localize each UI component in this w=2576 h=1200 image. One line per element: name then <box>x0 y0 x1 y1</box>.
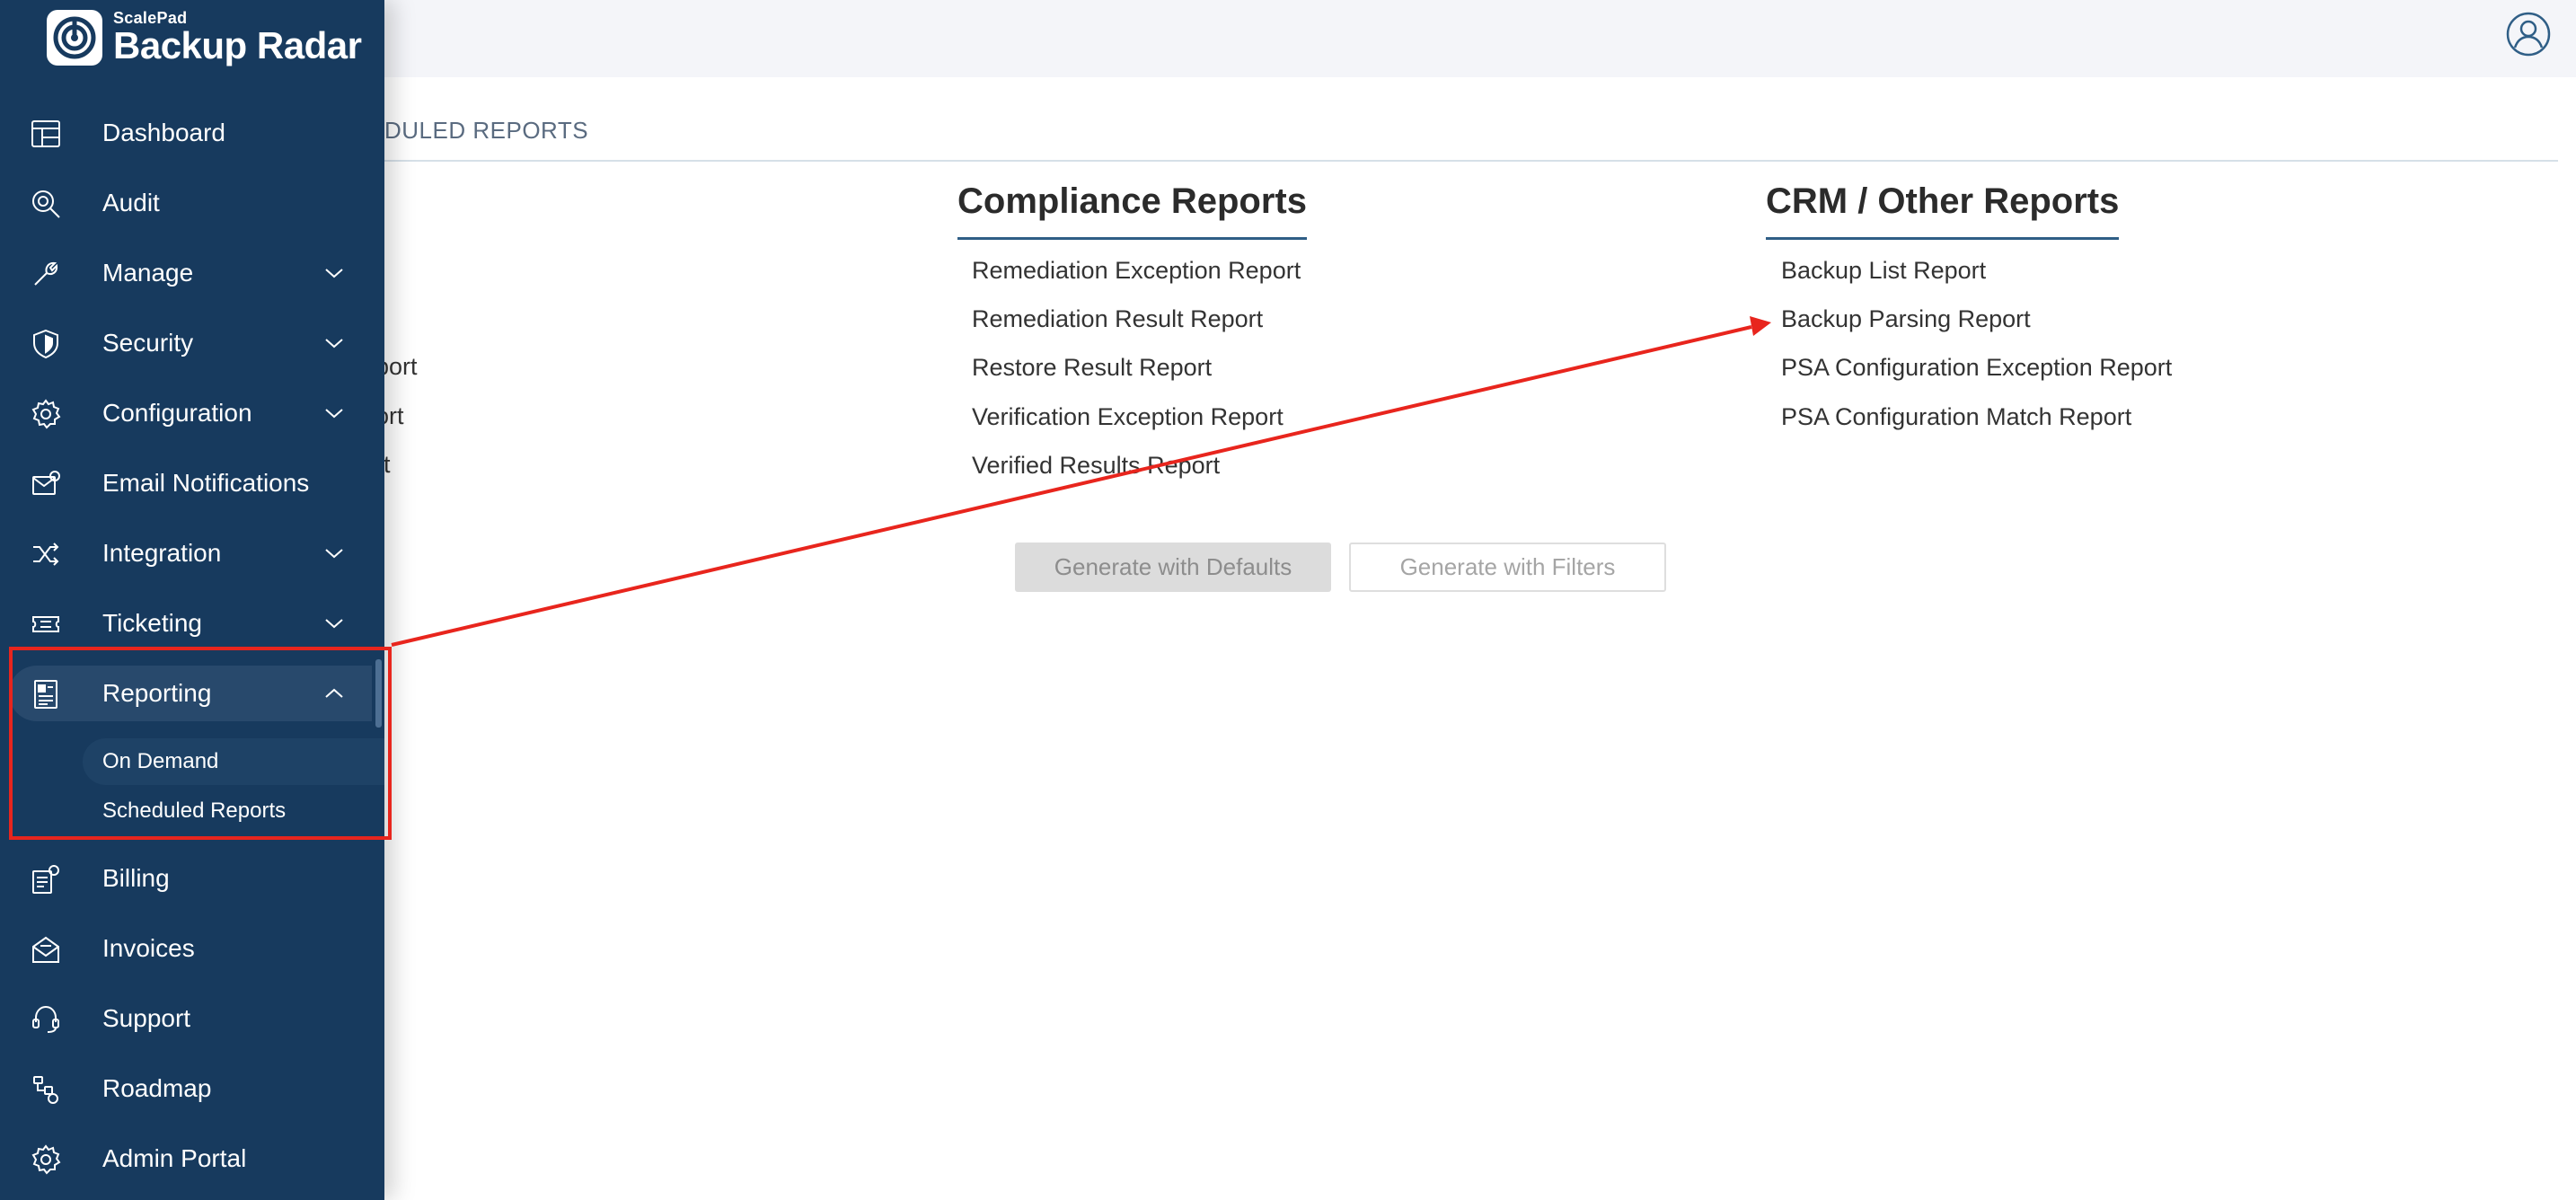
sidebar-item-support[interactable]: Support <box>0 991 384 1046</box>
chevron-down-icon <box>325 549 343 559</box>
dashboard-icon <box>31 120 60 147</box>
user-circle-icon[interactable] <box>2505 11 2552 57</box>
sidebar-item-integration[interactable]: Integration <box>0 525 384 581</box>
sidebar-item-label: Ticketing <box>102 609 203 637</box>
radar-logo-icon <box>47 10 102 66</box>
sidebar-item-billing[interactable]: Billing <box>0 851 384 906</box>
chevron-down-icon <box>325 409 343 419</box>
report-link[interactable]: Backup Parsing Report <box>1781 304 2031 334</box>
gear-icon <box>31 399 61 429</box>
active-indicator <box>375 659 382 728</box>
report-link[interactable]: Verified Results Report <box>972 450 1220 481</box>
top-bar <box>0 0 2576 77</box>
sidebar-item-audit[interactable]: Audit <box>0 175 384 231</box>
crm-other-reports-title: CRM / Other Reports <box>1766 178 2120 240</box>
wrench-icon <box>34 261 58 286</box>
chevron-down-icon <box>325 269 343 278</box>
sidebar-item-label: Admin Portal <box>102 1144 247 1172</box>
sidebar-item-label: Reporting <box>102 679 212 707</box>
shuffle-icon <box>33 543 59 566</box>
report-tabs: DULED REPORTS <box>384 111 588 160</box>
report-icon <box>34 680 57 709</box>
sidebar-item-label: Billing <box>102 864 170 892</box>
report-link[interactable]: Remediation Exception Report <box>972 255 1301 286</box>
sidebar: ScalePad Backup Radar Dashboard Audit Ma… <box>0 0 384 1200</box>
sidebar-item-roadmap[interactable]: Roadmap <box>0 1061 384 1116</box>
sidebar-item-label: Configuration <box>102 399 252 427</box>
report-link[interactable]: Remediation Result Report <box>972 304 1263 334</box>
sidebar-item-dashboard[interactable]: Dashboard <box>0 105 384 161</box>
headset-icon <box>32 1005 59 1033</box>
report-link[interactable]: Verification Exception Report <box>972 401 1284 432</box>
sidebar-item-label: Invoices <box>102 934 195 962</box>
ticket-icon <box>32 616 59 632</box>
report-link[interactable]: PSA Configuration Match Report <box>1781 401 2131 432</box>
sidebar-item-security[interactable]: Security <box>0 315 384 371</box>
sidebar-item-manage[interactable]: Manage <box>0 245 384 301</box>
sidebar-item-configuration[interactable]: Configuration <box>0 385 384 441</box>
sidebar-item-label: Integration <box>102 539 222 567</box>
sidebar-item-label: Roadmap <box>102 1074 212 1102</box>
chevron-down-icon <box>325 619 343 629</box>
sidebar-subitem-on-demand[interactable]: On Demand <box>83 738 384 785</box>
generate-with-filters-button[interactable]: Generate with Filters <box>1349 543 1666 592</box>
sidebar-item-label: Manage <box>102 259 194 287</box>
sidebar-item-label: Support <box>102 1004 191 1032</box>
admin-gear-icon <box>31 1144 61 1175</box>
generate-with-defaults-button[interactable]: Generate with Defaults <box>1015 543 1331 592</box>
chevron-down-icon <box>325 339 343 349</box>
shield-icon <box>33 329 58 359</box>
sidebar-item-label: Audit <box>102 189 160 216</box>
audit-icon <box>32 190 60 218</box>
email-icon <box>32 471 60 495</box>
sidebar-item-label: Email Notifications <box>102 469 310 497</box>
roadmap-icon <box>33 1076 58 1104</box>
report-link[interactable]: PSA Configuration Exception Report <box>1781 352 2172 383</box>
sidebar-item-email-notifications[interactable]: Email Notifications <box>0 455 384 511</box>
scheduled-reports-tab[interactable]: DULED REPORTS <box>384 111 588 149</box>
brand-name: Backup Radar <box>113 24 362 66</box>
sidebar-item-label: Security <box>102 329 194 357</box>
billing-icon <box>32 865 59 894</box>
sidebar-subitem-scheduled-reports[interactable]: Scheduled Reports <box>83 788 384 834</box>
sidebar-item-invoices[interactable]: Invoices <box>0 921 384 976</box>
sidebar-item-ticketing[interactable]: Ticketing <box>0 596 384 651</box>
brand-logo[interactable]: ScalePad Backup Radar <box>47 7 362 68</box>
chevron-up-icon <box>325 688 343 698</box>
report-link[interactable]: Restore Result Report <box>972 352 1212 383</box>
compliance-reports-title: Compliance Reports <box>957 178 1307 240</box>
sidebar-item-reporting[interactable]: Reporting <box>9 666 372 721</box>
sidebar-item-admin-portal[interactable]: Admin Portal <box>0 1131 384 1187</box>
invoice-icon <box>32 936 59 963</box>
tabs-divider <box>384 160 2558 162</box>
report-link[interactable]: Backup List Report <box>1781 255 1986 286</box>
sidebar-item-label: Dashboard <box>102 119 225 146</box>
